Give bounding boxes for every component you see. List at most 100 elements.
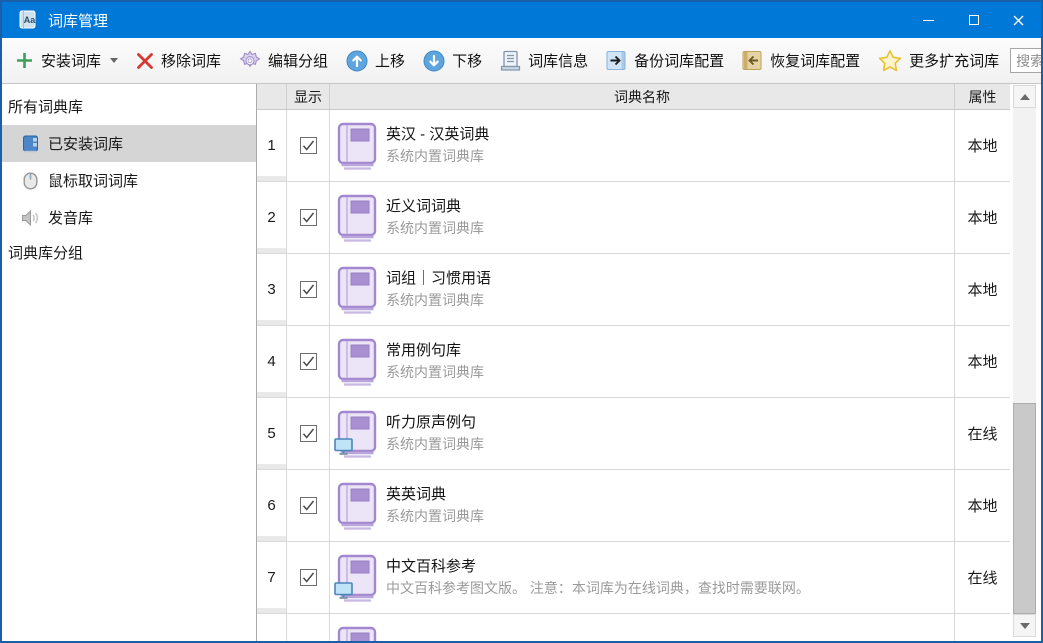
- row-index: 3: [257, 254, 287, 325]
- star-icon: [878, 49, 902, 72]
- restore-icon: [742, 50, 763, 71]
- backup-icon: [606, 50, 627, 71]
- table-row[interactable]: 1英汉 - 汉英词典系统内置词典库本地: [257, 110, 1010, 182]
- show-cell: [287, 542, 330, 613]
- show-cell: [287, 326, 330, 397]
- sidebar-item-label: 鼠标取词词库: [48, 170, 138, 191]
- toolbar-button-star[interactable]: 更多扩充词库: [871, 44, 1006, 77]
- dictionary-name: 英汉 - 汉英词典: [386, 125, 489, 145]
- table-row[interactable]: 7 中文百科参考中文百科参考图文版。 注意：本词库为在线词典，查找时需要联网。 在线: [257, 542, 1010, 614]
- minimize-button[interactable]: [906, 2, 951, 38]
- table-row[interactable]: 8英语百科参考: [257, 614, 1010, 642]
- maximize-button[interactable]: [951, 2, 996, 38]
- dictionary-name: 常用例句库: [386, 341, 484, 361]
- toolbar-button-label: 下移: [452, 50, 482, 71]
- toolbar-button-backup[interactable]: 备份词库配置: [599, 45, 731, 76]
- toolbar-button-move-down[interactable]: 下移: [416, 45, 489, 77]
- attr-value: 在线: [955, 398, 1010, 469]
- show-checkbox[interactable]: [300, 497, 317, 514]
- name-cell: 英汉 - 汉英词典系统内置词典库: [330, 110, 955, 181]
- sidebar-item[interactable]: 发音库: [2, 199, 256, 236]
- sidebar-item[interactable]: 已安装词库: [2, 125, 256, 162]
- caret-down-icon: [110, 58, 118, 63]
- titlebar: Aa 词库管理: [2, 2, 1041, 38]
- toolbar-button-move-up[interactable]: 上移: [339, 45, 412, 77]
- row-index: 4: [257, 326, 287, 397]
- show-checkbox[interactable]: [300, 641, 317, 642]
- dictionary-description: 系统内置词典库: [386, 363, 484, 382]
- blue-book-icon: [22, 135, 39, 153]
- show-cell: [287, 254, 330, 325]
- table-row[interactable]: 2近义词词典系统内置词典库本地: [257, 182, 1010, 254]
- table-row[interactable]: 3词组｜习惯用语系统内置词典库本地: [257, 254, 1010, 326]
- toolbar-button-label: 词库信息: [528, 50, 588, 71]
- show-checkbox[interactable]: [300, 209, 317, 226]
- dictionary-description: 系统内置词典库: [386, 219, 484, 238]
- name-cell: 英语百科参考: [330, 614, 955, 642]
- toolbar-button-label: 恢复词库配置: [770, 50, 860, 71]
- toolbar-button-label: 安装词库: [41, 50, 101, 71]
- close-icon: [1013, 15, 1024, 26]
- scroll-down-button[interactable]: [1013, 614, 1036, 637]
- dictionary-book-icon: [337, 554, 377, 602]
- scrollbar-thumb[interactable]: [1013, 403, 1036, 614]
- dictionary-description: 系统内置词典库: [386, 435, 484, 454]
- toolbar-button-label: 上移: [375, 50, 405, 71]
- dictionary-name: 中文百科参考: [386, 557, 810, 577]
- mouse-icon: [23, 172, 38, 190]
- table-rows: 1英汉 - 汉英词典系统内置词典库本地2近义词词典系统内置词典库本地3词组｜习惯…: [257, 110, 1010, 642]
- toolbar-button-gear[interactable]: 编辑分组: [232, 45, 335, 77]
- dictionary-description: 中文百科参考图文版。 注意：本词库为在线词典，查找时需要联网。: [386, 579, 810, 598]
- dictionary-manager-window: Aa 词库管理 安装词库 移除词库 编辑分组 上移 下移 词库信息备份词库配置 恢复词库配置…: [0, 0, 1043, 643]
- window-title: 词库管理: [48, 10, 906, 31]
- show-checkbox[interactable]: [300, 569, 317, 586]
- row-index: 7: [257, 542, 287, 613]
- header-index: [257, 84, 287, 109]
- name-cell: 近义词词典系统内置词典库: [330, 182, 955, 253]
- remove-x-icon: [136, 52, 154, 70]
- show-checkbox[interactable]: [300, 137, 317, 154]
- dictionary-description: 系统内置词典库: [386, 291, 491, 310]
- sidebar-item[interactable]: 鼠标取词词库: [2, 162, 256, 199]
- table-row[interactable]: 4 常用例句库系统内置词典库 本地: [257, 326, 1010, 398]
- scroll-up-button[interactable]: [1013, 85, 1036, 108]
- show-checkbox[interactable]: [300, 353, 317, 370]
- scroll-down-icon: [1020, 623, 1030, 629]
- sidebar-item-label: 已安装词库: [48, 133, 123, 154]
- table-row[interactable]: 5听力原声例句系统内置词典库在线: [257, 398, 1010, 470]
- toolbar-button-label: 编辑分组: [268, 50, 328, 71]
- maximize-icon: [969, 15, 979, 25]
- dictionary-book-icon: [337, 626, 377, 643]
- row-index: 6: [257, 470, 287, 541]
- show-checkbox[interactable]: [300, 425, 317, 442]
- dictionary-book-icon: [337, 266, 377, 314]
- dictionary-description: 系统内置词典库: [386, 507, 484, 526]
- dictionary-book-icon: [337, 122, 377, 170]
- show-cell: [287, 182, 330, 253]
- toolbar-button-label: 更多扩充词库: [909, 50, 999, 71]
- toolbar-button-restore[interactable]: 恢复词库配置: [735, 45, 867, 76]
- toolbar-button-install-plus[interactable]: 安装词库: [8, 45, 125, 76]
- search-input[interactable]: [1010, 48, 1043, 73]
- move-up-icon: [346, 50, 368, 72]
- vertical-scrollbar[interactable]: [1013, 85, 1036, 637]
- close-button[interactable]: [996, 2, 1041, 38]
- toolbar-button-info-list[interactable]: 词库信息: [493, 45, 595, 77]
- table-row[interactable]: 6英英词典系统内置词典库本地: [257, 470, 1010, 542]
- dictionary-book-icon: [337, 482, 377, 530]
- dictionary-book-icon: [337, 194, 377, 242]
- attr-value: 在线: [955, 542, 1010, 613]
- dictionary-name: 词组｜习惯用语: [386, 269, 491, 289]
- row-index: 5: [257, 398, 287, 469]
- info-list-icon: [500, 50, 521, 72]
- scroll-up-icon: [1020, 94, 1030, 100]
- toolbar-button-remove-x[interactable]: 移除词库: [129, 45, 228, 76]
- show-checkbox[interactable]: [300, 281, 317, 298]
- dictionary-name: 英英词典: [386, 485, 484, 505]
- show-cell: [287, 110, 330, 181]
- dictionary-name: 英语百科参考: [386, 640, 476, 643]
- row-index: 1: [257, 110, 287, 181]
- attr-value: 本地: [955, 326, 1010, 397]
- toolbar: 安装词库 移除词库 编辑分组 上移 下移 词库信息备份词库配置 恢复词库配置 更多扩充词库: [2, 38, 1041, 84]
- minimize-icon: [923, 20, 934, 21]
